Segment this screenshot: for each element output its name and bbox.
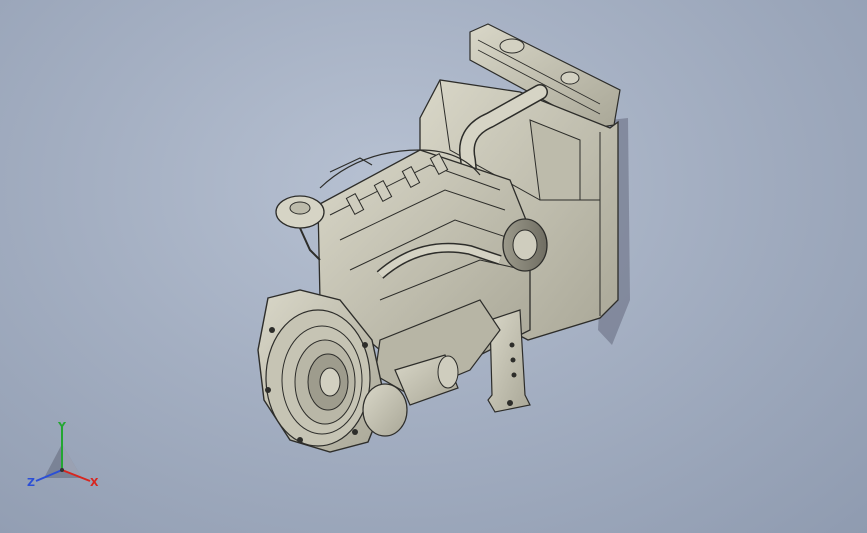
bell-housing-cover bbox=[362, 383, 408, 437]
orientation-triad[interactable]: Y X Z bbox=[24, 420, 104, 495]
z-axis-label: Z bbox=[27, 476, 35, 489]
engine-model[interactable] bbox=[0, 0, 867, 533]
y-axis-label: Y bbox=[57, 420, 67, 433]
oil-filler-cap bbox=[275, 195, 325, 261]
alternator bbox=[502, 218, 548, 272]
triad-origin bbox=[60, 468, 64, 472]
x-axis-label: X bbox=[90, 476, 99, 489]
graphics-viewport[interactable]: Y X Z bbox=[0, 0, 867, 533]
